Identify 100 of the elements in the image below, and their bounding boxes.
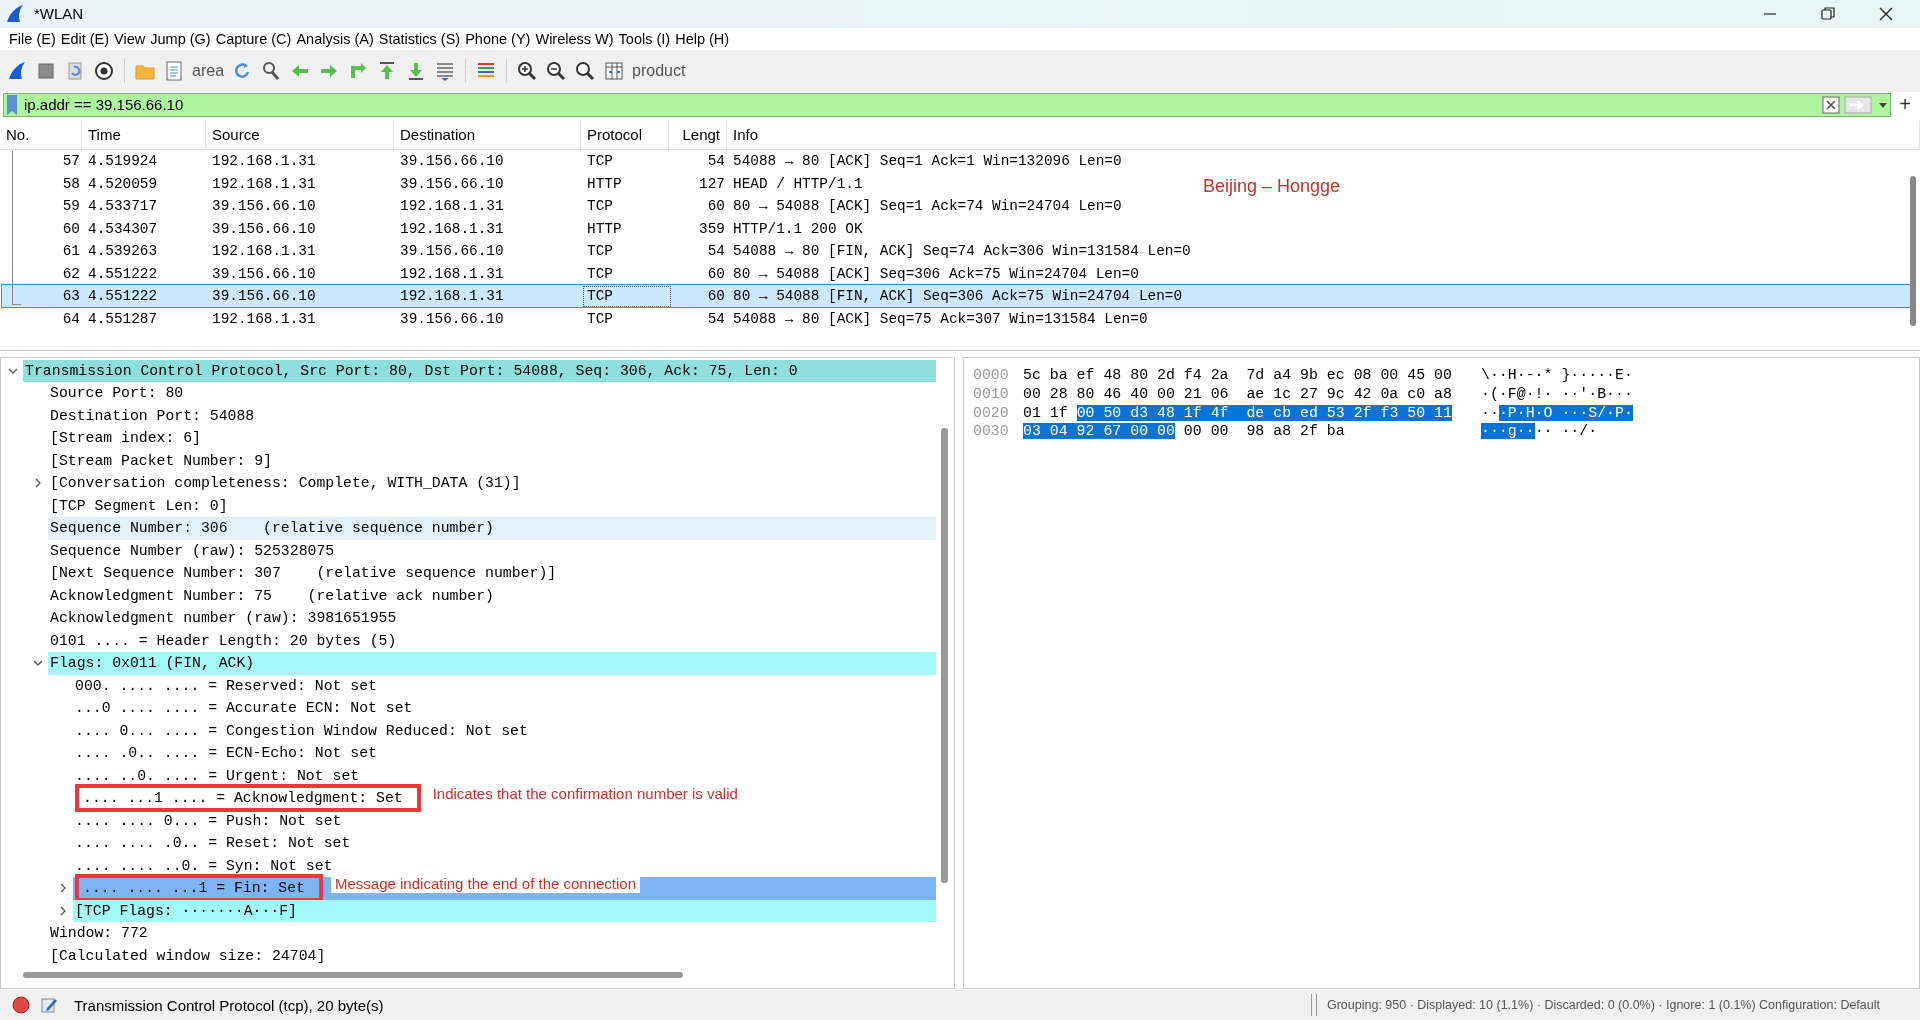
tree-item[interactable]: [Stream Packet Number: 9] — [48, 449, 272, 473]
table-cell-text: 4.551222 — [87, 288, 159, 305]
hex-bytes[interactable]: 00 50 d3 48 1f 4f de cb ed 53 2f f3 50 11 — [1076, 404, 1452, 421]
table-cell-text: HTTP — [586, 220, 623, 237]
tree-item[interactable]: Acknowledgment number (raw): 3981651955 — [48, 607, 397, 630]
menu-item[interactable]: Capture (C) — [215, 30, 292, 47]
tree-item[interactable]: Sequence Number: 306 (relative sequence number) — [48, 517, 936, 540]
hex-bytes[interactable]: 00 28 80 46 40 00 21 06 ae 1c 27 9c 42 0a c0 a8 — [1023, 385, 1452, 402]
status-message: Transmission Control Protocol (tcp), 20 byte(s) — [74, 996, 385, 1014]
tree-item[interactable]: 000. .... .... = Reserved: Not set — [73, 674, 377, 698]
table-cell-text: 61 — [61, 243, 81, 260]
column-header[interactable]: Protocol — [581, 120, 669, 149]
table-cell-text: 192.168.1.31 — [399, 198, 505, 215]
tree-item[interactable]: .... .... ..0. = Syn: Not set — [73, 854, 333, 878]
tree-item[interactable]: .... 0... .... = Congestion Window Reduced: Not set — [73, 719, 528, 743]
tree-item[interactable]: Window: 772 — [48, 922, 148, 945]
menu-item[interactable]: Statistics (S) — [378, 30, 461, 47]
menu-item[interactable]: Tools (I) — [618, 30, 671, 47]
table-cell-text: 64 — [61, 310, 81, 327]
table-cell-text: 192.168.1.31 — [399, 288, 505, 305]
menu-item[interactable]: Analysis (A) — [296, 30, 374, 47]
tree-item[interactable]: Source Port: 80 — [48, 382, 184, 405]
hex-bytes[interactable]: 5c ba ef 48 80 2d f4 2a 7d a4 9b ec 08 00 45 00 — [1023, 367, 1452, 384]
row-highlight[interactable]: .... .... ...1 = Fin: Set Message indicating the end of the connection — [73, 877, 936, 900]
tree-item[interactable]: [Calculated window size: 24704] — [48, 944, 326, 968]
column-header[interactable]: Source — [206, 120, 394, 149]
table-cell-text: 60 — [61, 220, 81, 237]
table-cell-text: 57 — [61, 153, 81, 170]
tree-item[interactable]: [TCP Segment Len: 0] — [48, 494, 228, 518]
ascii-text[interactable]: ·(·F@·!· ··'·B··· — [1481, 385, 1633, 402]
table-cell-text: TCP — [586, 153, 614, 170]
tree-item[interactable]: .... .... 0... = Push: Not set — [73, 809, 342, 833]
column-header[interactable]: Lengt — [669, 120, 727, 149]
hex-bytes[interactable]: 03 04 92 67 00 00 — [1023, 423, 1175, 440]
table-cell: TCP — [583, 285, 671, 307]
toolbar-label[interactable]: area — [192, 61, 225, 80]
menu-item[interactable]: Help (H) — [675, 30, 730, 47]
column-header[interactable]: No. — [0, 120, 82, 149]
tree-item[interactable]: 0101 .... = Header Length: 20 bytes (5) — [48, 629, 397, 653]
tree-item[interactable]: [Next Sequence Number: 307 (relative sequence number)] — [48, 562, 557, 585]
tree-item[interactable]: [Stream index: 6] — [48, 427, 201, 450]
hex-bytes[interactable]: 01 1f — [1023, 404, 1068, 421]
tree-item[interactable]: [Conversation completeness: Complete, WITH_DATA (31)] — [48, 472, 521, 495]
table-cell-text: 39.156.66.10 — [399, 153, 505, 170]
tree-item[interactable]: Destination Port: 54088 — [48, 404, 255, 428]
table-cell-text: 39.156.66.10 — [211, 265, 317, 282]
menu-item[interactable]: File (E) — [9, 30, 56, 47]
table-cell-text: 359 — [698, 220, 726, 237]
menu-item[interactable]: Phone (Y) — [465, 30, 531, 47]
menu-item[interactable]: Wireless W) — [535, 30, 614, 47]
edit-icon[interactable] — [40, 996, 58, 1014]
tree-item[interactable]: [TCP Flags: ·······A···F] — [73, 899, 936, 923]
ascii-text[interactable]: ·P·H·O ···S/·P· — [1498, 404, 1633, 421]
tree-item[interactable]: .... .0.. .... = ECN-Echo: Not set — [73, 742, 377, 765]
scrollbar[interactable] — [941, 427, 948, 883]
ascii-text[interactable]: \··H·-·* }·····E· — [1481, 367, 1633, 384]
table-cell-text: TCP — [586, 198, 614, 215]
ascii-text[interactable]: ·· — [1481, 404, 1499, 421]
column-header[interactable]: Info — [727, 120, 1920, 149]
scrollbar[interactable] — [23, 972, 683, 978]
gear-icon[interactable] — [93, 59, 115, 82]
table-cell-text: 54 — [706, 153, 726, 170]
tree-item[interactable]: ...0 .... .... = Accurate ECN: Not set — [73, 697, 413, 720]
menu-item[interactable]: View — [114, 30, 146, 47]
tree-item[interactable]: .... .... .0.. = Reset: Not set — [73, 832, 351, 855]
column-header[interactable]: Destination — [394, 120, 581, 149]
zoom-in-icon[interactable] — [516, 59, 539, 82]
table-cell-text: 4.539263 — [87, 243, 159, 260]
tree-item[interactable]: Flags: 0x011 (FIN, ACK) — [48, 652, 936, 675]
add-button[interactable]: + — [1899, 93, 1911, 117]
bookmark-icon[interactable] — [4, 93, 20, 116]
table-row[interactable]: 63 4.551222 39.156.66.10 192.168.1.31 TCP 60 80 → 54088 [FIN, ACK] Seq=306 Ack=75 Win=24704 Len=0 — [2, 284, 1912, 308]
columns-icon[interactable] — [603, 59, 626, 82]
column-header[interactable]: Time — [82, 120, 206, 149]
tree-item[interactable]: .... ...1 .... = Acknowledgment: Set — [83, 790, 403, 807]
tree-item[interactable]: Transmission Control Protocol, Src Port: 80, Dst Port: 54088, Seq: 306, Ack: 75, Len: 0 — [23, 359, 936, 383]
zoom-out-icon[interactable] — [545, 59, 568, 82]
window-title: *WLAN — [34, 5, 85, 23]
tree-item[interactable]: Sequence Number (raw): 525328075 — [48, 539, 335, 563]
menu-item[interactable]: Jump (G) — [150, 30, 211, 47]
table-cell-text: 39.156.66.10 — [211, 220, 317, 237]
clear-icon[interactable] — [1822, 95, 1841, 114]
shark-fin-icon[interactable] — [6, 59, 28, 82]
byte-offset: 0030 — [973, 423, 1010, 440]
circle-icon[interactable] — [12, 996, 30, 1014]
table-cell-text: 80 → 54088 [ACK] Seq=1 Ack=74 Win=24704 Len=0 — [732, 198, 1122, 215]
ascii-text[interactable]: ···g·· — [1481, 423, 1535, 440]
tree-item[interactable]: Acknowledgment Number: 75 (relative ack number) — [48, 584, 494, 608]
tree-item[interactable]: .... .... ...1 = Fin: Set — [83, 880, 305, 897]
filter-field[interactable]: ip.addr == 39.156.66.10 — [3, 92, 1892, 117]
table-cell-text: 192.168.1.31 — [211, 310, 317, 327]
table-cell-text: 60 — [706, 288, 726, 305]
ascii-text[interactable]: ·· ··/· — [1534, 423, 1598, 440]
magnifier-icon[interactable] — [574, 59, 597, 82]
hex-bytes[interactable]: 00 00 98 a8 2f ba — [1183, 423, 1345, 440]
table-cell-text: 127 — [698, 175, 726, 192]
toolbar-label[interactable]: product — [632, 61, 686, 80]
table-cell-text: 39.156.66.10 — [211, 288, 317, 305]
menu-item[interactable]: Edit (E) — [60, 30, 110, 47]
tree-item[interactable]: .... ..0. .... = Urgent: Not set — [73, 764, 360, 788]
